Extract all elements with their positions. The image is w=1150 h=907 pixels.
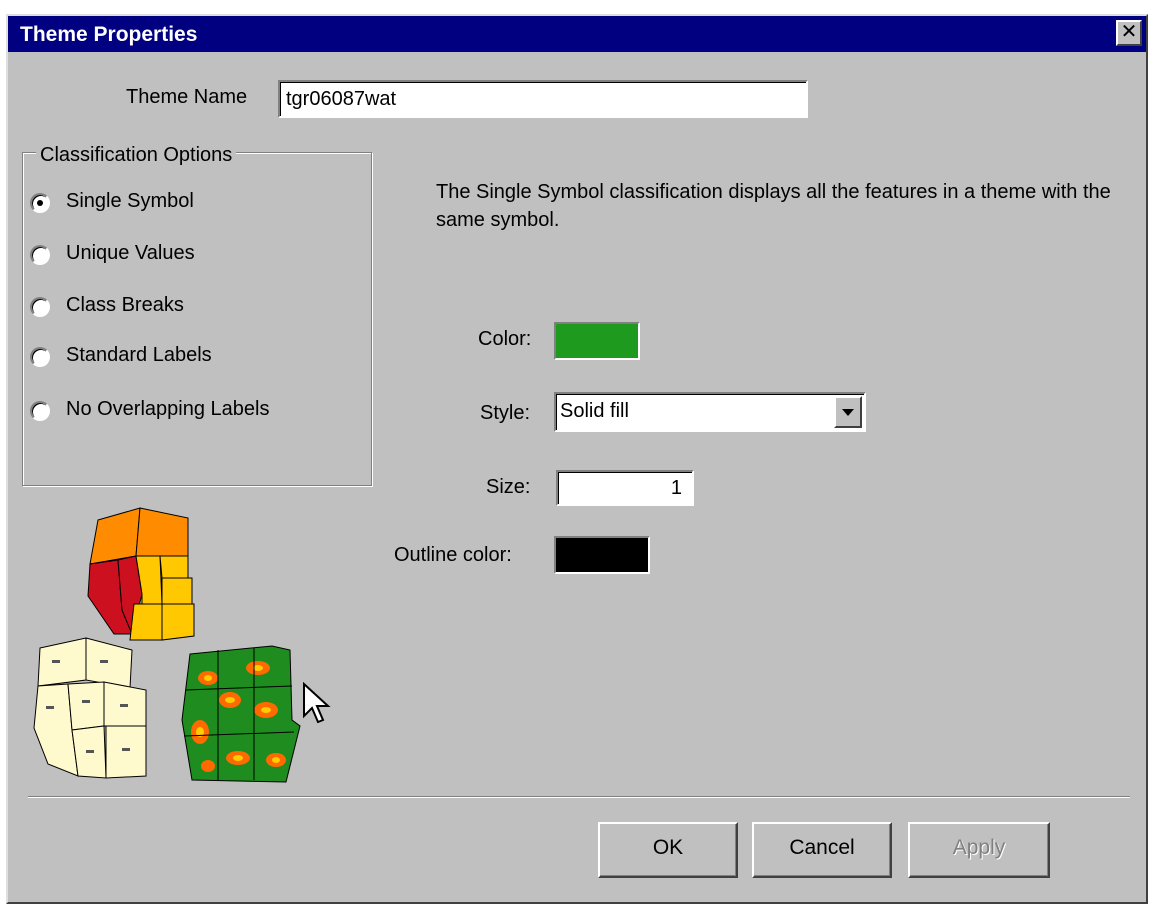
fill-color-swatch[interactable] [554,322,640,360]
cancel-button[interactable]: Cancel [752,822,892,878]
radio-label: Standard Labels [66,344,212,366]
mouse-pointer-icon [303,682,331,724]
radio-button[interactable] [30,401,50,421]
radio-label: Single Symbol [66,190,194,212]
radio-button[interactable] [30,245,50,265]
radio-label: No Overlapping Labels [66,398,270,420]
density-map [181,645,301,783]
radio-button[interactable] [30,297,50,317]
size-input[interactable]: 1 [556,470,694,506]
dropdown-button[interactable] [834,396,862,428]
radio-button[interactable] [30,347,50,367]
radio-label: Unique Values [66,242,195,264]
radio-label: Class Breaks [66,294,184,316]
theme-properties-dialog: Theme Properties ✕ Theme Name Classifica… [6,14,1148,904]
size-value: 1 [670,477,682,499]
classification-options-title: Classification Options [36,144,237,167]
ok-button[interactable]: OK [598,822,738,878]
apply-button[interactable]: Apply [908,822,1050,878]
size-label: Size: [486,476,531,498]
color-label: Color: [478,328,532,350]
theme-name-input[interactable] [278,80,808,118]
outline-color-swatch[interactable] [554,536,650,574]
choropleth-map [87,507,195,641]
map-illustration [33,507,301,783]
style-value: Solid fill [560,400,629,422]
window-title: Theme Properties [20,23,198,46]
dropdown-arrow-icon [842,409,854,416]
theme-name-label: Theme Name [126,86,248,108]
outline-color-label: Outline color: [394,544,512,566]
close-button[interactable]: ✕ [1116,20,1142,46]
reference-map [33,637,147,779]
style-label: Style: [480,402,531,424]
radio-button[interactable] [30,193,50,213]
style-dropdown[interactable]: Solid fill [554,392,866,432]
close-icon: ✕ [1120,21,1138,43]
footer-divider [28,796,1130,798]
title-bar[interactable]: Theme Properties ✕ [8,16,1146,52]
classification-description: The Single Symbol classification display… [436,181,1111,231]
